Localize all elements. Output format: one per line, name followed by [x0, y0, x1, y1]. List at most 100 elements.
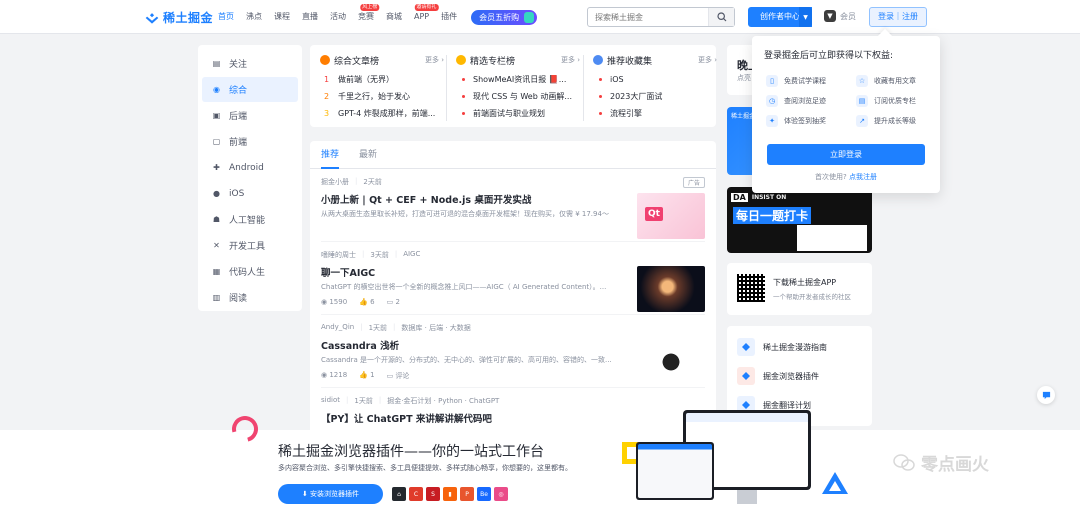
juejin-logo-icon [145, 12, 159, 24]
ranking-item[interactable]: iOS [593, 71, 723, 88]
ranking-title: 精选专栏榜 [470, 56, 516, 67]
like-button[interactable]: 👍 6 [359, 298, 374, 306]
article-author[interactable]: 嗜睡的周士 [321, 250, 356, 260]
growth-icon: ↗ [856, 115, 868, 127]
ranking-item[interactable]: 1 做前端（无界） [320, 71, 450, 88]
article-item[interactable]: 掘金小册 | 2天前 广告 小册上新 | Qt + CEF + Node.js 桌面开发… [321, 169, 705, 242]
search-button[interactable] [708, 8, 734, 26]
logo[interactable]: 稀土掘金 [145, 9, 213, 26]
sidebar-item-7[interactable]: ✕ 开发工具 [202, 233, 298, 258]
compass-icon: ◉ [213, 85, 220, 94]
ranking-item[interactable]: 2023大厂面试 [593, 88, 723, 105]
tab-latest[interactable]: 最新 [359, 141, 377, 169]
search-input[interactable] [588, 12, 708, 22]
vip-discount-button[interactable]: 会员五折购 [471, 9, 538, 25]
app-title: 下载稀土掘金APP [773, 278, 837, 287]
nav-item-3[interactable]: 直播 [296, 0, 324, 34]
article-thumbnail[interactable] [637, 266, 705, 312]
article-time: 2天前 [363, 178, 382, 186]
browser-icon-1[interactable]: C [409, 487, 423, 501]
first-use-text: 首次使用? [815, 173, 847, 181]
ranking-number: 1 [324, 75, 330, 84]
ranking-item[interactable]: 2 千里之行，始于发心 [320, 88, 450, 105]
sidebar-item-9[interactable]: ▥ 阅读 [202, 285, 298, 310]
article-tags[interactable]: 掘金·金石计划 · Python · ChatGPT [387, 396, 499, 406]
nav-item-2[interactable]: 课程 [268, 0, 296, 34]
daily-challenge-banner[interactable]: DA INSIST ON 每日一题打卡 [727, 187, 872, 253]
tab-recommend[interactable]: 推荐 [321, 141, 340, 169]
likes-value: 6 [370, 298, 375, 306]
benefit-label: 查阅浏览足迹 [784, 97, 826, 105]
article-author[interactable]: 掘金小册 [321, 177, 349, 187]
sidebar-item-label: 综合 [229, 86, 248, 96]
article-tags[interactable]: AIGC [403, 250, 420, 260]
comment-button[interactable]: ▭ 评论 [387, 371, 410, 381]
browser-icon-2[interactable]: S [426, 487, 440, 501]
article-thumbnail[interactable] [637, 339, 705, 385]
nav-item-7[interactable]: APP 邀请有礼 [408, 0, 439, 34]
member-link[interactable]: ▼ 会员 [824, 10, 856, 22]
article-tags[interactable]: 数据库 · 后端 · 大数据 [401, 323, 470, 333]
login-benefits-popup: 登录掘金后可立即获得以下权益: 立即登录 首次使用? 点我注册 ▯ 免费试学课程 ☆… [752, 36, 940, 193]
article-thumbnail[interactable]: Qt [637, 193, 705, 239]
sidebar-item-4[interactable]: ✚ Android [202, 155, 298, 180]
ranking-item[interactable]: ShowMeAI资讯日报 📕... [456, 71, 586, 88]
ranking-item[interactable]: 前端面试与职业规划 [456, 105, 586, 122]
sidebar-item-6[interactable]: ☗ 人工智能 [202, 207, 298, 232]
link-item[interactable]: 稀土掘金漫游指南 [737, 338, 827, 356]
sidebar-item-0[interactable]: ▤ 关注 [202, 51, 298, 76]
plugin-subtitle: 多内容聚合浏览、多引擎快捷搜索、多工具便捷提效、多样式随心畅享，你想要的，这里都… [278, 464, 572, 472]
comment-button[interactable]: ▭ 2 [387, 298, 400, 306]
creator-dropdown-button[interactable]: ▼ [799, 7, 812, 27]
article-meta: 嗜睡的周士 | 3天前 | AIGC [321, 250, 420, 260]
login-register-button[interactable]: 登录｜注册 [869, 7, 927, 27]
feedback-float-button[interactable] [1037, 386, 1055, 404]
article-author[interactable]: Andy_Qin [321, 323, 354, 333]
views-value: 1590 [329, 298, 348, 306]
nav-item-5[interactable]: 竞赛 风上榜 [352, 0, 380, 34]
browser-icon-5[interactable]: Be [477, 487, 491, 501]
article-meta: Andy_Qin | 1天前 | 数据库 · 后端 · 大数据 [321, 323, 471, 333]
meta-separator: | [362, 250, 365, 258]
article-title[interactable]: 聊一下AIGC [321, 265, 621, 279]
ranking-more-link[interactable]: 更多 › [561, 55, 586, 65]
star-icon: ☆ [856, 75, 868, 87]
nav-item-4[interactable]: 活动 [324, 0, 352, 34]
monitor-stand [737, 490, 757, 504]
ranking-item[interactable]: 现代 CSS 与 Web 动画解... [456, 88, 586, 105]
nav-item-8[interactable]: 插件 [435, 0, 463, 34]
tools-icon: ✕ [213, 241, 220, 250]
download-app-card[interactable]: 下载稀土掘金APP 一个帮助开发者成长的社区 [727, 263, 872, 315]
nav-item-1[interactable]: 沸点 [240, 0, 268, 34]
sidebar-item-5[interactable]: ● iOS [202, 181, 298, 206]
ranking-item[interactable]: 3 GPT-4 炸裂成那样，前端... [320, 105, 450, 122]
like-button[interactable]: 👍 1 [359, 371, 374, 381]
article-title[interactable]: 【PY】让 ChatGPT 来讲解讲解代码吧 [321, 411, 621, 425]
sidebar-item-8[interactable]: ▦ 代码人生 [202, 259, 298, 284]
sidebar-item-3[interactable]: ▢ 前端 [202, 129, 298, 154]
ranking-more-link[interactable]: 更多 › [425, 55, 450, 65]
nav-item-0[interactable]: 首页 [212, 0, 240, 34]
nav-item-6[interactable]: 商城 [380, 0, 408, 34]
article-item[interactable]: Andy_Qin | 1天前 | 数据库 · 后端 · 大数据 Cassandra 浅析 C… [321, 315, 705, 388]
article-item[interactable]: 嗜睡的周士 | 3天前 | AIGC 聊一下AIGC ChatGPT 的横空出世将一个全新的… [321, 242, 705, 315]
article-title[interactable]: 小册上新 | Qt + CEF + Node.js 桌面开发实战 [321, 192, 621, 206]
browser-icon-4[interactable]: P [460, 487, 474, 501]
triangle-logo-icon [822, 472, 848, 494]
link-item[interactable]: 掘金浏览器插件 [737, 367, 819, 385]
article-author[interactable]: sidiot [321, 396, 340, 406]
register-link[interactable]: 点我注册 [849, 173, 877, 181]
bullet-icon [599, 112, 602, 115]
install-plugin-button[interactable]: ⬇ 安装浏览器插件 [278, 484, 383, 504]
browser-icon-3[interactable]: ▮ [443, 487, 457, 501]
ranking-item[interactable]: 流程引擎 [593, 105, 723, 122]
popup-login-button[interactable]: 立即登录 [767, 144, 925, 165]
browser-icon-6[interactable]: ◎ [494, 487, 508, 501]
ranking-more-link[interactable]: 更多 › [698, 55, 723, 65]
ranking-list: iOS 2023大厂面试 流程引擎 [593, 71, 723, 122]
sidebar-item-1[interactable]: ◉ 综合 [202, 77, 298, 102]
article-title[interactable]: Cassandra 浅析 [321, 338, 621, 352]
bullet-icon [462, 78, 465, 81]
sidebar-item-2[interactable]: ▣ 后端 [202, 103, 298, 128]
browser-icon-0[interactable]: ⌂ [392, 487, 406, 501]
